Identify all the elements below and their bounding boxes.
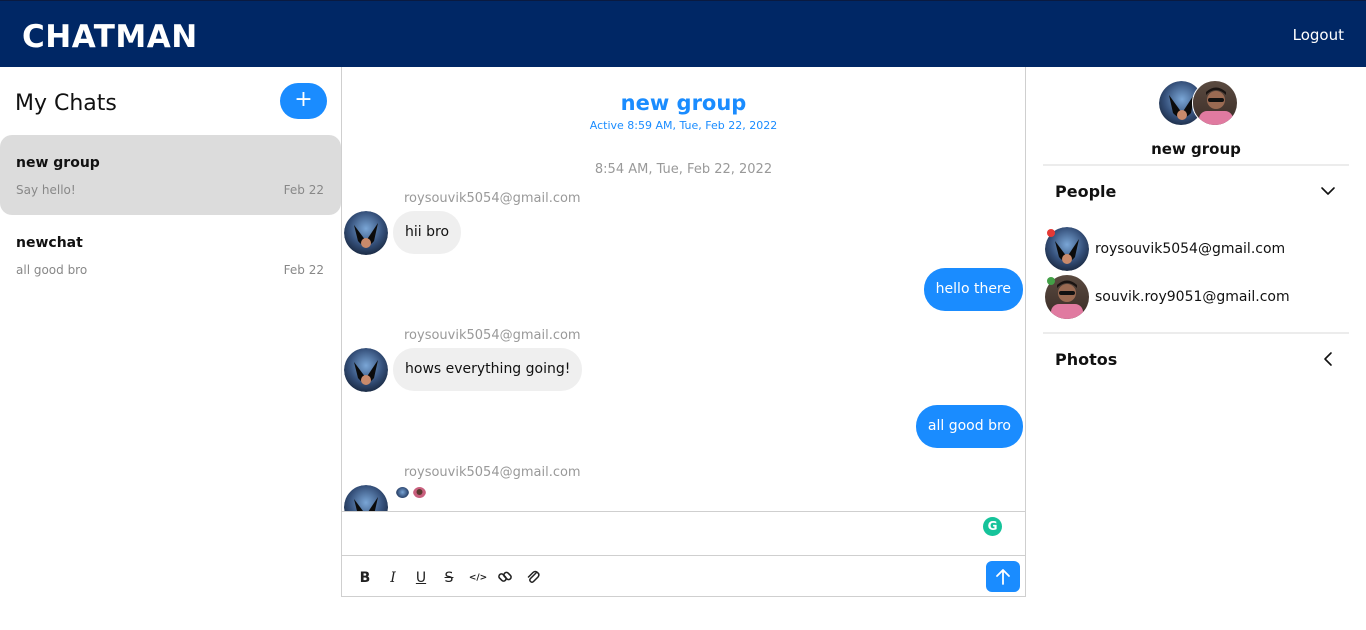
person-email: souvik.roy9051@gmail.com — [1095, 289, 1290, 305]
top-bar: CHATMAN Logout — [0, 0, 1366, 67]
message-bubble-outgoing: hello there — [923, 268, 1023, 311]
send-button[interactable] — [986, 561, 1020, 592]
people-list-item[interactable]: souvik.roy9051@gmail.com — [1045, 275, 1345, 321]
message-composer: G B I U S </> — [342, 511, 1025, 596]
chat-item-date: Feb 22 — [283, 183, 324, 197]
divider — [1043, 332, 1349, 334]
group-avatar-stack — [1158, 80, 1238, 126]
chat-item-new-group[interactable]: new group Say hello! Feb 22 — [0, 135, 341, 215]
chat-list-title: My Chats — [15, 91, 117, 116]
new-chat-button[interactable]: + — [280, 83, 327, 119]
group-name: new group — [1151, 140, 1241, 158]
avatar — [1192, 80, 1238, 126]
underline-button[interactable]: U — [412, 569, 430, 587]
message-sender: roysouvik5054@gmail.com — [404, 191, 581, 206]
message-input[interactable] — [342, 512, 1025, 556]
chat-item-last-message: all good bro — [16, 263, 88, 277]
read-receipt-avatar — [413, 485, 426, 498]
avatar[interactable] — [344, 211, 388, 255]
chat-item-newchat[interactable]: newchat all good bro Feb 22 — [0, 215, 341, 295]
italic-button[interactable]: I — [384, 569, 402, 587]
message-bubble-incoming: hii bro — [393, 211, 462, 254]
attach-button[interactable] — [524, 569, 542, 587]
avatar[interactable] — [344, 348, 388, 392]
person-email: roysouvik5054@gmail.com — [1095, 241, 1286, 257]
message-sender: roysouvik5054@gmail.com — [404, 328, 581, 343]
message-bubble-incoming: hows everything going! — [393, 348, 583, 391]
message-time-divider: 8:54 AM, Tue, Feb 22, 2022 — [594, 162, 773, 177]
code-button[interactable]: </> — [468, 569, 488, 587]
conversation-panel: new group Active 8:59 AM, Tue, Feb 22, 2… — [341, 67, 1026, 597]
online-status-dot — [1047, 277, 1055, 285]
photos-section-title[interactable]: Photos — [1055, 350, 1117, 369]
app-logo: CHATMAN — [22, 19, 198, 55]
read-receipt-avatar — [396, 485, 409, 498]
strikethrough-button[interactable]: S — [440, 569, 458, 587]
chevron-left-icon[interactable] — [1319, 350, 1337, 368]
chat-list-panel: My Chats + new group Say hello! Feb 22 n… — [0, 67, 342, 630]
conversation-title: new group — [620, 91, 747, 115]
logout-button[interactable]: Logout — [1293, 26, 1344, 44]
bold-button[interactable]: B — [356, 569, 374, 587]
people-list-item[interactable]: roysouvik5054@gmail.com — [1045, 227, 1345, 273]
paperclip-icon — [527, 570, 540, 583]
message-sender: roysouvik5054@gmail.com — [404, 465, 581, 480]
link-button[interactable] — [496, 569, 514, 587]
plus-icon: + — [294, 87, 313, 112]
people-section-title[interactable]: People — [1055, 182, 1116, 201]
arrow-up-icon — [996, 569, 1010, 585]
grammarly-icon[interactable]: G — [983, 517, 1002, 536]
chevron-down-icon[interactable] — [1319, 182, 1337, 200]
conversation-active-status: Active 8:59 AM, Tue, Feb 22, 2022 — [589, 119, 778, 132]
message-bubble-outgoing: all good bro — [915, 405, 1023, 448]
link-icon — [498, 571, 512, 582]
chat-item-name: newchat — [16, 235, 83, 251]
chat-item-date: Feb 22 — [283, 263, 324, 277]
offline-status-dot — [1047, 229, 1055, 237]
chat-item-last-message: Say hello! — [16, 183, 76, 197]
divider — [1043, 164, 1349, 166]
chat-item-name: new group — [16, 155, 100, 171]
details-panel: new group People roysouvik5054@gmail.com… — [1026, 67, 1366, 630]
